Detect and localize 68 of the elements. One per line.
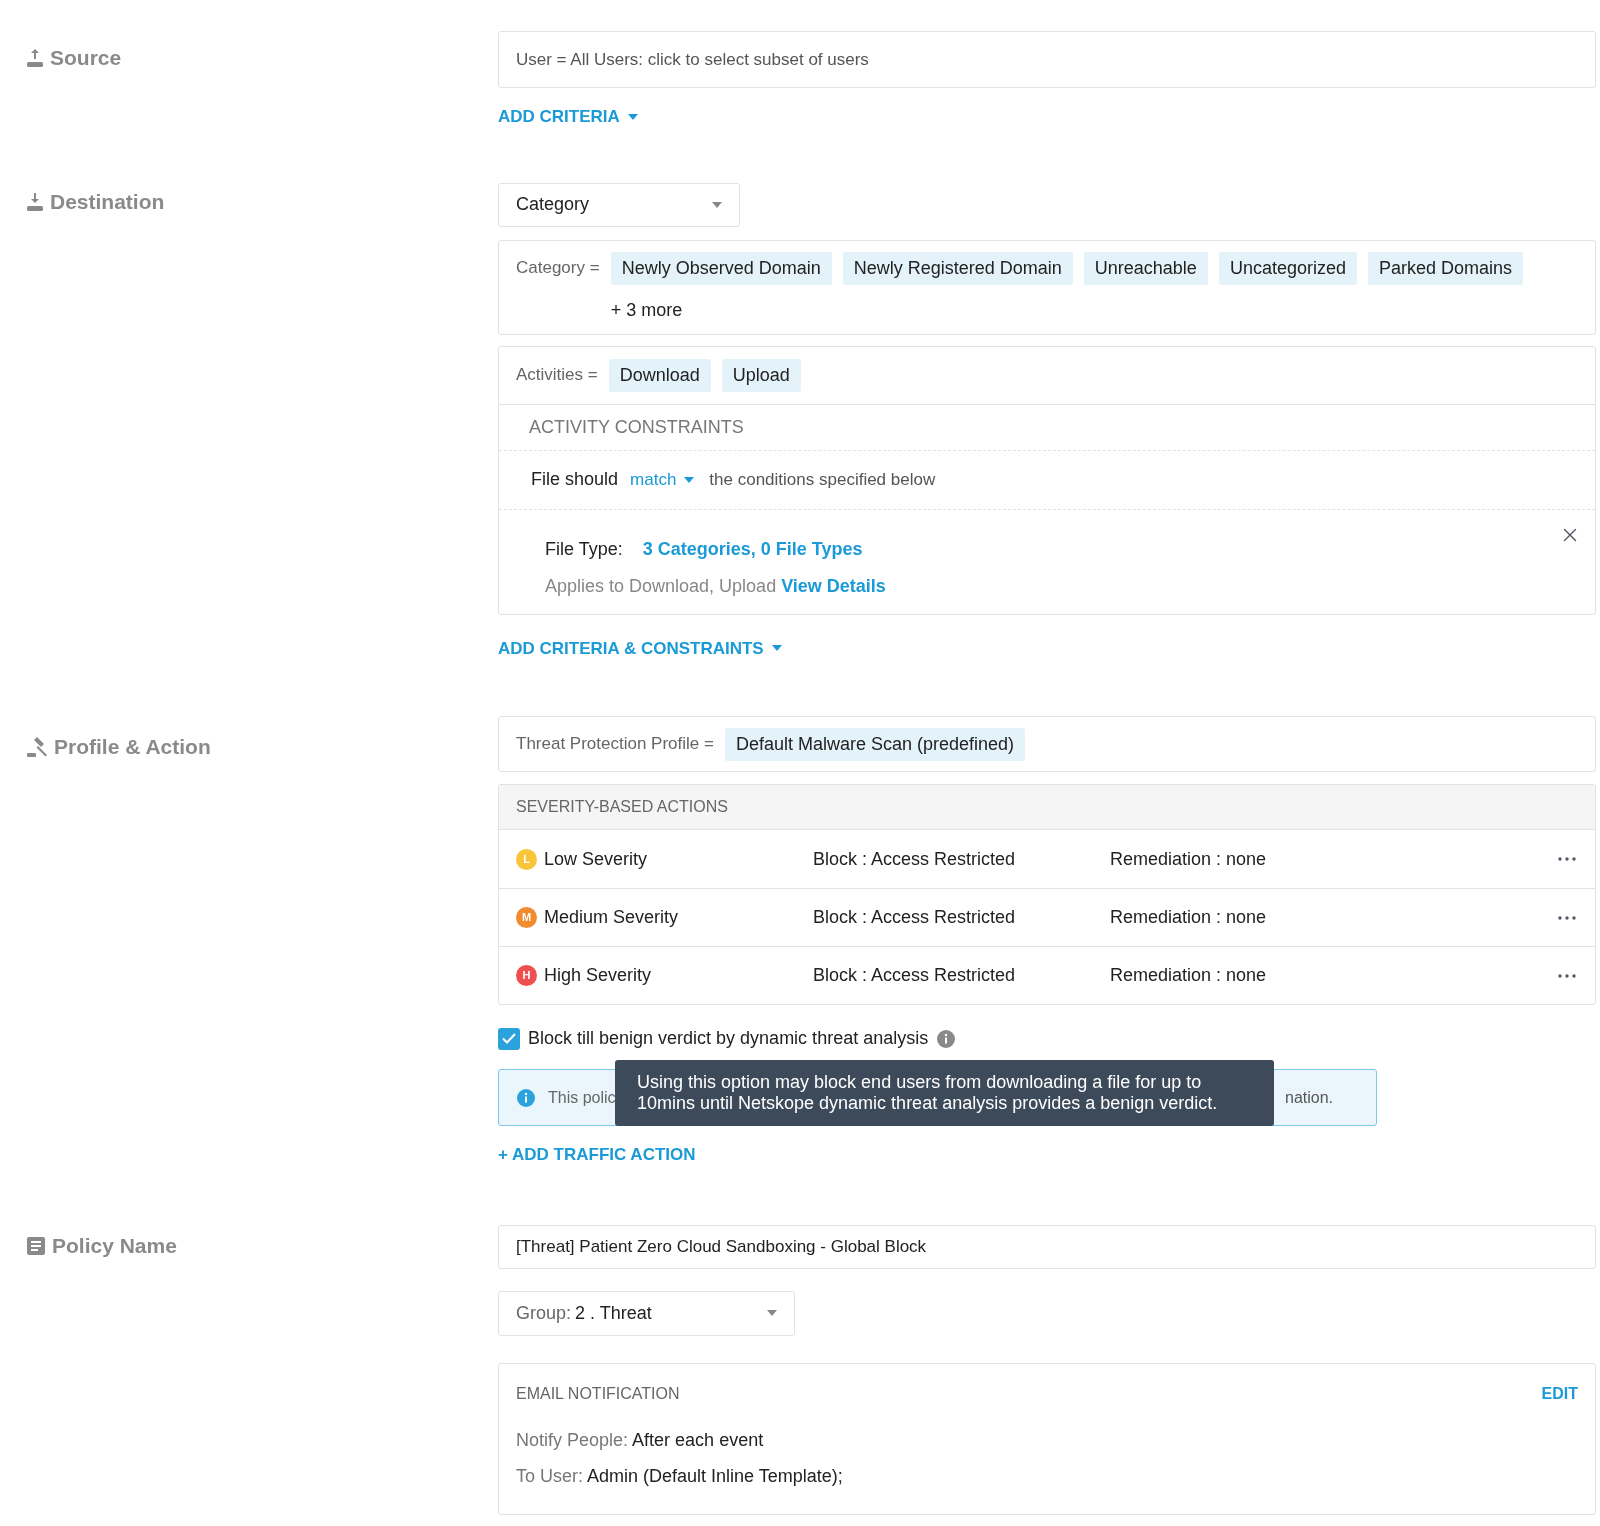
severity-title: SEVERITY-BASED ACTIONS bbox=[516, 797, 728, 817]
more-link[interactable]: + 3 more bbox=[610, 296, 1524, 321]
constraints-title: ACTIVITY CONSTRAINTS bbox=[529, 415, 744, 439]
checkbox-label: Block till benign verdict by dynamic threat analysis bbox=[528, 1027, 929, 1050]
caret-icon bbox=[771, 645, 782, 652]
remediation-text: Remediation : none bbox=[1110, 847, 1268, 871]
remediation-text: Remediation : none bbox=[1110, 906, 1268, 929]
file-type-label: File Type: bbox=[545, 537, 623, 561]
tag-chip: Uncategorized bbox=[1218, 251, 1357, 285]
file-type-link[interactable]: 3 Categories, 0 File Types bbox=[642, 535, 863, 563]
caret-icon bbox=[712, 201, 722, 208]
more-icon[interactable] bbox=[1558, 857, 1576, 861]
caret-icon bbox=[627, 113, 638, 120]
source-field[interactable]: User = All Users: click to select subset of users bbox=[498, 31, 1596, 88]
notification-line: To User: Admin (Default Inline Template); bbox=[516, 1464, 844, 1488]
tag-chip: Default Malware Scan (predefined) bbox=[724, 727, 1026, 761]
more-icon[interactable] bbox=[1558, 973, 1576, 978]
info-icon bbox=[517, 1088, 535, 1107]
caret-icon bbox=[684, 476, 695, 483]
profile-label: Threat Protection Profile = bbox=[516, 733, 714, 756]
severity-badge: L bbox=[516, 848, 537, 870]
check-icon bbox=[502, 1033, 516, 1044]
section-title: Profile & Action bbox=[54, 734, 211, 761]
tag-chip: Newly Registered Domain bbox=[842, 251, 1073, 285]
severity-name: Low Severity bbox=[544, 847, 649, 871]
add-traffic-action-button[interactable]: + ADD TRAFFIC ACTION bbox=[498, 1142, 696, 1168]
action-text: Block : Access Restricted bbox=[813, 847, 1017, 871]
tooltip: Using this option may block end users from downloading a file for up to 10mins until Netskope dynamic threat analysis provides a benign verdict. bbox=[615, 1060, 1274, 1126]
banner-text: nation. bbox=[1285, 1087, 1334, 1108]
view-details-link[interactable]: View Details bbox=[781, 572, 886, 600]
section-title: Destination bbox=[50, 188, 165, 215]
caret-icon bbox=[767, 1310, 777, 1316]
tag-chip: Upload bbox=[721, 358, 801, 392]
file-should-text: File should bbox=[531, 468, 619, 491]
gavel-icon bbox=[26, 736, 48, 758]
severity-badge: H bbox=[516, 965, 537, 986]
severity-badge: M bbox=[516, 907, 537, 928]
tag-chip: Download bbox=[608, 358, 711, 392]
checkbox[interactable] bbox=[498, 1027, 520, 1050]
remediation-text: Remediation : none bbox=[1110, 964, 1268, 987]
severity-name: High Severity bbox=[544, 964, 653, 987]
action-text: Block : Access Restricted bbox=[813, 906, 1017, 929]
add-criteria-button[interactable]: ADD CRITERIA bbox=[498, 104, 638, 130]
email-title: EMAIL NOTIFICATION bbox=[516, 1383, 680, 1404]
edit-button[interactable]: EDIT bbox=[1541, 1381, 1578, 1406]
severity-name: Medium Severity bbox=[544, 906, 680, 929]
activities-label: Activities = bbox=[516, 364, 598, 387]
group-dropdown[interactable]: Group: 2 . Threat bbox=[498, 1290, 795, 1336]
document-icon bbox=[26, 1235, 46, 1256]
action-text: Block : Access Restricted bbox=[813, 964, 1017, 987]
more-icon[interactable] bbox=[1558, 915, 1576, 920]
section-title: Source bbox=[50, 45, 122, 72]
download-icon bbox=[26, 191, 44, 212]
tag-chip: Unreachable bbox=[1083, 251, 1208, 285]
banner-text: This polic bbox=[548, 1087, 616, 1108]
conditions-text: the conditions specified below bbox=[709, 468, 936, 491]
category-label: Category = bbox=[516, 257, 600, 280]
tag-chip: Newly Observed Domain bbox=[610, 251, 832, 285]
tag-chip: Parked Domains bbox=[1367, 251, 1524, 285]
policy-name-field[interactable]: [Threat] Patient Zero Cloud Sandboxing - Global Block bbox=[498, 1224, 1596, 1269]
add-criteria-constraints-button[interactable]: ADD CRITERIA & CONSTRAINTS bbox=[498, 635, 782, 661]
upload-icon bbox=[26, 48, 44, 68]
match-dropdown[interactable]: match bbox=[630, 466, 695, 493]
applies-text: Applies to Download, Upload bbox=[545, 574, 777, 598]
section-title: Policy Name bbox=[52, 1232, 177, 1259]
notification-line: Notify People: After each event bbox=[516, 1428, 765, 1452]
info-icon[interactable] bbox=[937, 1029, 956, 1048]
category-dropdown[interactable]: Category bbox=[498, 182, 740, 227]
